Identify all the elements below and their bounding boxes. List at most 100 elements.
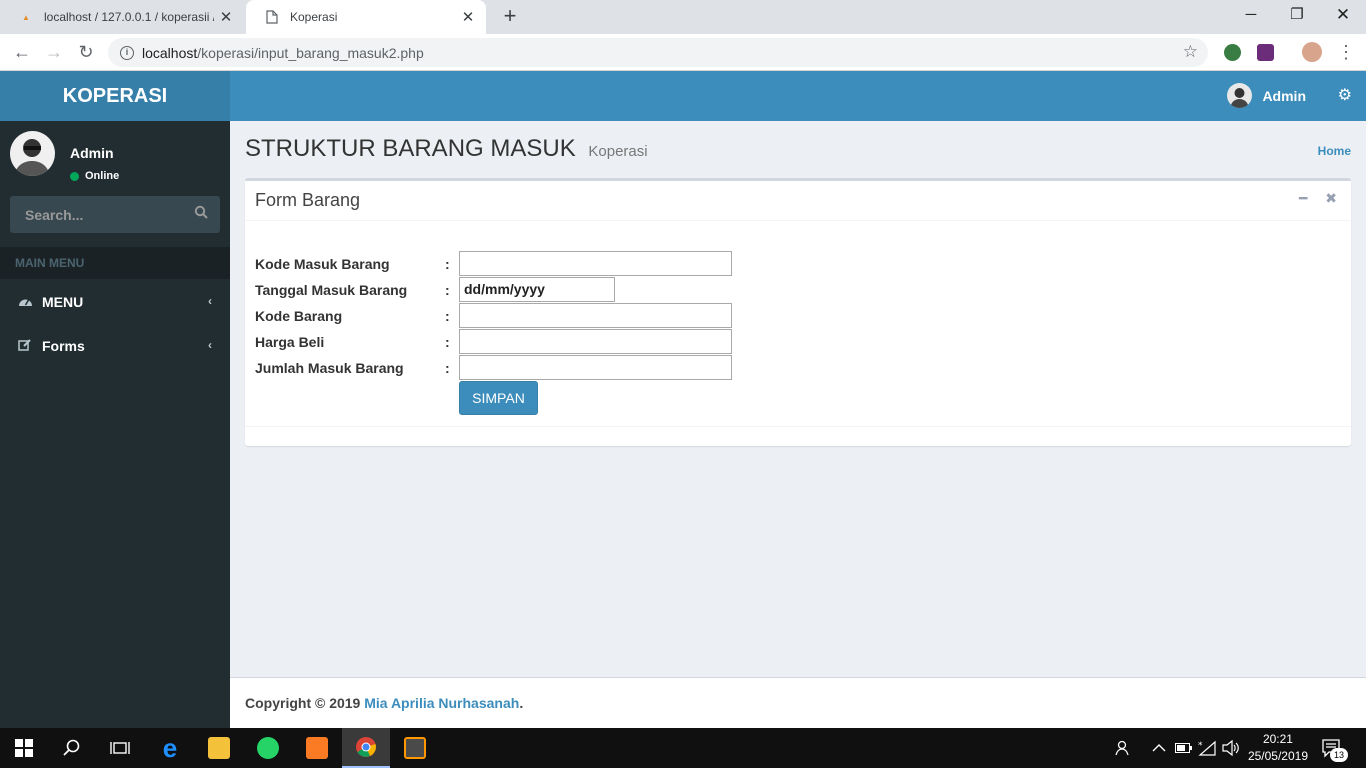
tab-title: localhost / 127.0.0.1 / koperasii / (44, 10, 214, 24)
close-tab-icon[interactable]: ✕ (214, 8, 238, 26)
page-footer: Copyright © 2019 Mia Aprilia Nurhasanah. (230, 677, 1366, 728)
sidebar-item-label: MENU (42, 294, 84, 310)
close-icon[interactable]: ✖ (1325, 190, 1337, 206)
whatsapp-icon[interactable] (244, 728, 292, 768)
page-subtitle: Koperasi (588, 143, 648, 160)
bookmark-star-icon[interactable]: ☆ (1183, 42, 1198, 62)
volume-icon[interactable] (1222, 728, 1240, 768)
gears-icon[interactable]: ⚙ (1338, 85, 1352, 105)
menu-header: MAIN MENU (0, 247, 230, 279)
profile-avatar[interactable] (1302, 42, 1322, 62)
form-row: Jumlah Masuk Barang : (255, 355, 450, 381)
dashboard-icon (18, 295, 42, 310)
tab-title: Koperasi (290, 10, 338, 24)
forward-icon[interactable]: → (42, 40, 66, 64)
browser-menu-icon[interactable]: ⋮ (1334, 40, 1358, 64)
box-header: Form Barang ━ ✖ (245, 181, 1351, 221)
reload-icon[interactable]: ↻ (74, 40, 98, 64)
simpan-button[interactable]: SIMPAN (459, 381, 538, 415)
form-row: Tanggal Masuk Barang : (255, 277, 450, 303)
url-host: localhost (142, 44, 198, 61)
sidebar-item-menu[interactable]: MENU ‹ (0, 280, 230, 324)
box-footer (245, 426, 1351, 446)
system-clock[interactable]: 20:21 25/05/2019 (1248, 731, 1308, 765)
url-path: /koperasi/input_barang_masuk2.php (197, 44, 424, 61)
search-icon[interactable] (48, 728, 96, 768)
search-input[interactable]: Search... (10, 196, 220, 233)
people-icon[interactable] (1114, 728, 1132, 768)
windows-taskbar: e * 20:21 25/05/2019 13 (0, 728, 1366, 768)
edge-icon[interactable]: e (146, 728, 194, 768)
search-placeholder: Search... (25, 206, 84, 223)
author-link[interactable]: Mia Aprilia Nurhasanah (364, 695, 519, 711)
clock-date: 25/05/2019 (1247, 749, 1308, 763)
extension-icon[interactable] (1257, 44, 1274, 61)
back-icon[interactable]: ← (10, 40, 34, 64)
svg-text:*: * (1198, 741, 1203, 751)
chevron-up-icon[interactable] (1152, 728, 1166, 768)
avatar (10, 131, 55, 176)
edit-icon (18, 338, 42, 354)
colon: : (445, 360, 450, 376)
browser-toolbar: ← → ↻ i localhost/koperasi/input_barang_… (0, 34, 1366, 71)
chevron-left-icon: ‹ (208, 338, 212, 352)
sidebar-user-name: Admin (70, 145, 114, 161)
box-tools: ━ ✖ (1285, 190, 1337, 207)
browser-tab-phpmyadmin[interactable]: ▲ localhost / 127.0.0.1 / koperasii / ✕ (0, 0, 244, 34)
sidebar-item-label: Forms (42, 338, 85, 354)
kode-masuk-barang-input[interactable] (459, 251, 732, 276)
notification-icon[interactable]: 13 (1322, 728, 1348, 768)
restore-button[interactable]: ❐ (1274, 0, 1320, 30)
chevron-left-icon: ‹ (208, 294, 212, 308)
minimize-button[interactable]: ─ (1228, 0, 1274, 30)
user-panel: Admin Online (10, 131, 220, 182)
colon: : (445, 334, 450, 350)
new-tab-button[interactable]: + (498, 4, 522, 28)
extension-globe-icon[interactable] (1224, 44, 1241, 61)
form-row: Kode Masuk Barang : (255, 251, 450, 277)
sublime-text-icon[interactable] (391, 728, 439, 768)
form-row: Harga Beli : (255, 329, 450, 355)
sidebar: Admin Online Search... MAIN MENU MENU ‹ … (0, 121, 230, 728)
breadcrumb-home[interactable]: Home (1318, 144, 1351, 158)
kode-barang-input[interactable] (459, 303, 732, 328)
task-view-icon[interactable] (96, 728, 144, 768)
chrome-icon[interactable] (342, 728, 390, 768)
colon: : (445, 282, 450, 298)
field-label: Jumlah Masuk Barang (255, 360, 404, 376)
status-label: Online (85, 170, 120, 182)
field-label: Harga Beli (255, 334, 325, 350)
search-icon[interactable] (194, 205, 208, 222)
copyright-text: Copyright © 2019 (245, 695, 365, 711)
harga-beli-input[interactable] (459, 329, 732, 354)
browser-tab-koperasi[interactable]: Koperasi ✕ (246, 0, 486, 34)
field-label: Kode Masuk Barang (255, 256, 390, 272)
close-window-button[interactable]: ✕ (1320, 0, 1366, 30)
colon: : (445, 308, 450, 324)
battery-icon[interactable] (1175, 728, 1193, 768)
close-tab-icon[interactable]: ✕ (456, 8, 480, 26)
avatar (1227, 83, 1253, 108)
app-logo[interactable]: KOPERASI (0, 71, 230, 121)
header-user-name: Admin (1262, 87, 1306, 104)
page-title-text: STRUKTUR BARANG MASUK (245, 135, 576, 162)
user-menu[interactable]: Admin (1227, 83, 1306, 108)
jumlah-masuk-barang-input[interactable] (459, 355, 732, 380)
footer-suffix: . (519, 695, 524, 711)
clock-time: 20:21 (1262, 732, 1293, 746)
wifi-icon[interactable]: * (1198, 728, 1216, 768)
tanggal-masuk-barang-input[interactable]: dd/mm/yyyy (459, 277, 615, 302)
file-explorer-icon[interactable] (195, 728, 243, 768)
field-label: Kode Barang (255, 308, 343, 324)
collapse-icon[interactable]: ━ (1299, 190, 1307, 206)
xampp-icon[interactable] (293, 728, 341, 768)
sidebar-item-forms[interactable]: Forms ‹ (0, 324, 230, 368)
address-bar[interactable]: i localhost/koperasi/input_barang_masuk2… (108, 38, 1208, 67)
colon: : (445, 256, 450, 272)
phpmyadmin-icon: ▲ (22, 12, 30, 22)
info-icon[interactable]: i (120, 45, 134, 60)
content-wrapper: STRUKTUR BARANG MASUK Koperasi Home Form… (230, 121, 1366, 677)
status-dot-icon (70, 171, 79, 181)
windows-start-icon[interactable] (0, 728, 48, 768)
page-icon (264, 9, 280, 25)
